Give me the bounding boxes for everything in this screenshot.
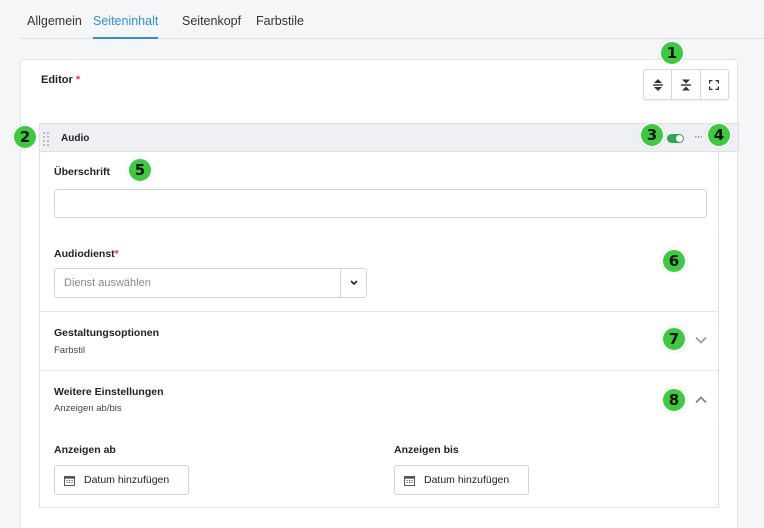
chevron-down-icon [349,280,358,286]
show-until-date-button[interactable]: Datum hinzufügen [394,465,529,495]
annotation-badge: 7 [661,326,687,352]
editor-toolbar [643,69,729,100]
annotation-badge: 4 [706,122,732,148]
editor-panel: Editor * Audio ··· Überschrift Audiodien… [20,59,739,528]
service-field-label: Audiodienst* [54,248,119,260]
annotation-badge: 3 [639,122,665,148]
chevron-down-icon[interactable] [694,333,708,347]
block-enabled-toggle[interactable] [667,134,684,143]
show-until-label: Anzeigen bis [394,444,459,456]
audio-block-body: Überschrift Audiodienst* Dienst auswähle… [39,152,719,508]
heading-input[interactable] [54,189,707,218]
audio-block-header[interactable]: Audio ··· [39,123,739,152]
editor-label: Editor * [41,74,80,86]
divider [40,370,718,371]
expand-vertical-icon [652,78,663,91]
select-arrow[interactable] [340,269,366,297]
chevron-up-icon[interactable] [694,393,708,407]
advanced-subtitle: Anzeigen ab/bis [54,403,122,414]
more-options-icon[interactable]: ··· [694,131,703,143]
annotation-badge: 5 [127,157,153,183]
tab-farbstile[interactable]: Farbstile [256,0,304,39]
calendar-icon [404,475,415,486]
required-mark: * [114,248,119,260]
annotation-badge: 8 [661,387,687,413]
tab-seiteninhalt[interactable]: Seiteninhalt [93,0,159,39]
collapse-vertical-icon [680,79,691,90]
styling-subtitle: Farbstil [54,345,86,356]
tab-allgemein[interactable]: Allgemein [27,0,82,39]
annotation-badge: 1 [659,40,685,66]
advanced-title: Weitere Einstellungen [54,386,164,398]
fullscreen-button[interactable] [701,70,728,99]
service-field-label-text: Audiodienst [54,248,115,260]
styling-title: Gestaltungsoptionen [54,327,159,339]
drag-handle-icon[interactable] [43,132,51,146]
annotation-badge: 6 [661,248,687,274]
block-title: Audio [61,133,90,144]
divider [40,311,718,312]
collapse-all-button[interactable] [672,70,701,99]
fullscreen-icon [709,79,720,90]
required-mark: * [75,74,81,86]
expand-all-button[interactable] [644,70,673,99]
tab-bar: Allgemein Seiteninhalt Seitenkopf Farbst… [20,0,764,39]
service-select[interactable]: Dienst auswählen [54,268,367,298]
heading-field-label: Überschrift [54,166,111,178]
editor-label-text: Editor [41,74,73,86]
show-from-button-label: Datum hinzufügen [84,474,170,486]
calendar-icon [64,475,75,486]
annotation-badge: 2 [12,124,38,150]
show-from-date-button[interactable]: Datum hinzufügen [54,465,189,495]
tab-seitenkopf[interactable]: Seitenkopf [182,0,241,39]
show-until-button-label: Datum hinzufügen [424,474,510,486]
show-from-label: Anzeigen ab [54,444,116,456]
service-select-placeholder: Dienst auswählen [64,277,151,289]
